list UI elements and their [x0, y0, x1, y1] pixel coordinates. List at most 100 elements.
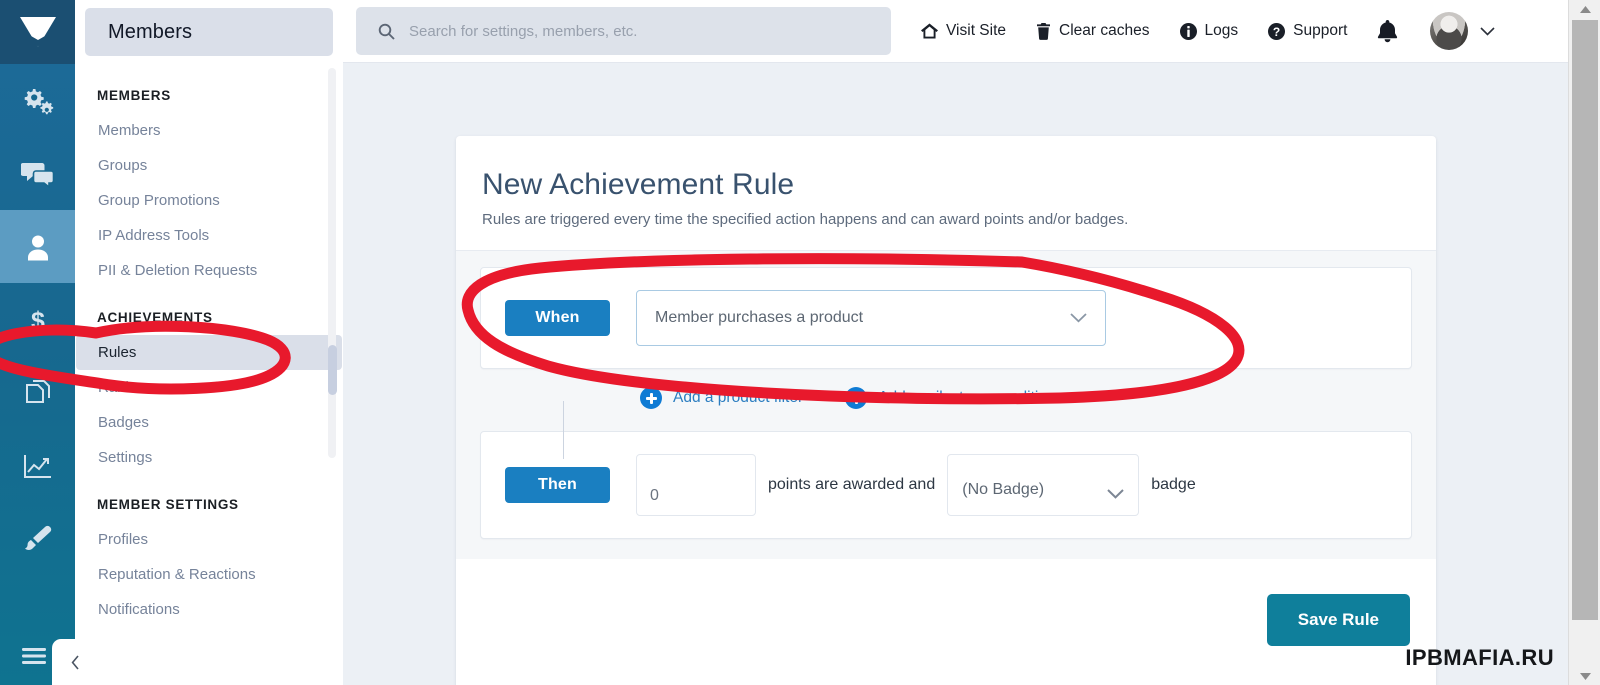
- avatar[interactable]: [1430, 12, 1469, 50]
- badge-select[interactable]: (No Badge): [947, 454, 1140, 516]
- top-bar: Visit Site Clear caches Logs: [343, 0, 1568, 63]
- scrollbar-down-button[interactable]: [1569, 667, 1600, 685]
- nav-scrollbar-thumb[interactable]: [328, 345, 337, 395]
- points-input[interactable]: [636, 454, 756, 516]
- sidebar-item-notifications[interactable]: Notifications: [76, 592, 342, 627]
- nav-scrollbar-track[interactable]: [328, 68, 336, 458]
- nav-header[interactable]: Members: [85, 8, 333, 56]
- question-icon: ?: [1268, 22, 1286, 40]
- pages-icon: [25, 379, 50, 403]
- condition-links-row: Add a product filter Add a milestone con…: [480, 369, 1412, 431]
- badge-select-value: (No Badge): [962, 481, 1045, 498]
- rail-item-community[interactable]: [0, 137, 75, 210]
- logs-button[interactable]: Logs: [1179, 22, 1239, 40]
- icon-rail: $: [0, 0, 75, 685]
- sidebar-item-rules[interactable]: Rules: [76, 335, 342, 370]
- sidebar-item-members[interactable]: Members: [76, 113, 342, 148]
- nav-body: MEMBERS Members Groups Group Promotions …: [75, 56, 343, 627]
- sidebar-item-pii-deletion-requests[interactable]: PII & Deletion Requests: [76, 253, 342, 288]
- sidebar-item-ip-address-tools[interactable]: IP Address Tools: [76, 218, 342, 253]
- badge-trailing-text: badge: [1151, 476, 1196, 493]
- sidebar-item-badges[interactable]: Badges: [76, 405, 342, 440]
- support-button[interactable]: ? Support: [1268, 22, 1347, 40]
- bell-icon: [1378, 19, 1398, 42]
- sidebar-item-profiles[interactable]: Profiles: [76, 522, 342, 557]
- secondary-nav-panel: Members MEMBERS Members Groups Group Pro…: [75, 0, 343, 685]
- account-menu-button[interactable]: [1480, 26, 1495, 36]
- achievement-rule-card: New Achievement Rule Rules are triggered…: [456, 136, 1436, 685]
- user-icon: [27, 235, 48, 260]
- dollar-icon: $: [31, 307, 45, 335]
- sidebar-item-achievement-settings[interactable]: Settings: [76, 440, 342, 475]
- search-box[interactable]: [356, 7, 891, 55]
- rail-item-system[interactable]: [0, 64, 75, 137]
- when-pill[interactable]: When: [505, 300, 610, 336]
- notifications-button[interactable]: [1377, 19, 1398, 43]
- nav-header-title: Members: [108, 20, 193, 43]
- sidebar-item-ranks[interactable]: Ranks: [76, 370, 342, 405]
- save-rule-button[interactable]: Save Rule: [1266, 594, 1410, 646]
- svg-text:?: ?: [1273, 25, 1280, 39]
- chevron-left-icon: [71, 654, 79, 670]
- admin-console-window: $ Members MEMBERS Members Groups Group P…: [0, 0, 1600, 685]
- trash-icon: [1037, 22, 1051, 40]
- chart-icon: [23, 454, 51, 478]
- info-icon: [1179, 22, 1197, 40]
- search-icon: [378, 23, 395, 40]
- trigger-select-value: Member purchases a product: [655, 309, 864, 326]
- rail-item-commerce[interactable]: $: [0, 283, 75, 356]
- logs-label: Logs: [1204, 22, 1239, 39]
- page-subtitle: Rules are triggered every time the speci…: [482, 211, 1129, 228]
- card-footer: Save Rule: [456, 559, 1436, 679]
- add-product-filter-label: Add a product filter: [673, 389, 804, 406]
- card-header: New Achievement Rule Rules are triggered…: [456, 136, 1436, 251]
- chevron-down-icon: [1107, 489, 1124, 499]
- sidebar-item-group-promotions[interactable]: Group Promotions: [76, 183, 342, 218]
- brush-icon: [24, 525, 51, 550]
- home-icon: [921, 23, 938, 39]
- rail-item-members[interactable]: [0, 210, 75, 283]
- rail-item-stats[interactable]: [0, 429, 75, 502]
- add-product-filter-link[interactable]: Add a product filter: [640, 387, 803, 409]
- visit-site-button[interactable]: Visit Site: [921, 22, 1006, 40]
- add-milestone-condition-link[interactable]: Add a milestone condition: [845, 387, 1056, 409]
- nav-group-title-achievements: ACHIEVEMENTS: [97, 310, 213, 325]
- trigger-select[interactable]: Member purchases a product: [636, 290, 1106, 346]
- chevron-down-icon: [1070, 313, 1087, 323]
- nav-group-title-members: MEMBERS: [97, 88, 171, 103]
- rail-item-pages[interactable]: [0, 356, 75, 429]
- search-input[interactable]: [409, 22, 849, 40]
- hamburger-icon: [22, 648, 46, 664]
- clear-caches-label: Clear caches: [1059, 22, 1150, 39]
- top-actions: Visit Site Clear caches Logs ? Support: [921, 12, 1495, 50]
- then-block: Then points are awarded and (No Badge) b…: [480, 431, 1412, 539]
- browser-scrollbar[interactable]: [1568, 0, 1600, 685]
- comments-icon: [20, 162, 54, 188]
- then-pill[interactable]: Then: [505, 467, 610, 503]
- when-block: When Member purchases a product: [480, 267, 1412, 369]
- triangle-down-icon: [1579, 672, 1591, 680]
- scrollbar-up-button[interactable]: [1569, 0, 1600, 18]
- main-content-area: New Achievement Rule Rules are triggered…: [343, 63, 1568, 685]
- scrollbar-thumb[interactable]: [1572, 20, 1598, 620]
- svg-text:$: $: [31, 307, 45, 335]
- triangle-up-icon: [1579, 5, 1591, 13]
- plus-circle-icon: [640, 387, 662, 409]
- app-logo[interactable]: [0, 0, 75, 64]
- chevron-down-icon: [1480, 26, 1495, 36]
- support-label: Support: [1293, 22, 1348, 39]
- rail-spacer: [0, 575, 75, 627]
- sidebar-item-reputation-reactions[interactable]: Reputation & Reactions: [76, 557, 342, 592]
- points-awarded-text: points are awarded and: [768, 476, 936, 493]
- invers-logo-icon: [19, 17, 56, 47]
- collapse-sidebar-button[interactable]: [52, 639, 98, 685]
- plus-circle-icon: [845, 387, 868, 409]
- page-title: New Achievement Rule: [482, 168, 795, 201]
- clear-caches-button[interactable]: Clear caches: [1036, 22, 1150, 40]
- sidebar-item-groups[interactable]: Groups: [76, 148, 342, 183]
- visit-site-label: Visit Site: [946, 22, 1007, 39]
- nav-group-title-member-settings: MEMBER SETTINGS: [97, 497, 239, 512]
- add-milestone-condition-label: Add a milestone condition: [878, 389, 1056, 406]
- rail-item-customization[interactable]: [0, 502, 75, 575]
- rule-builder: When Member purchases a product Add a pr…: [456, 251, 1436, 559]
